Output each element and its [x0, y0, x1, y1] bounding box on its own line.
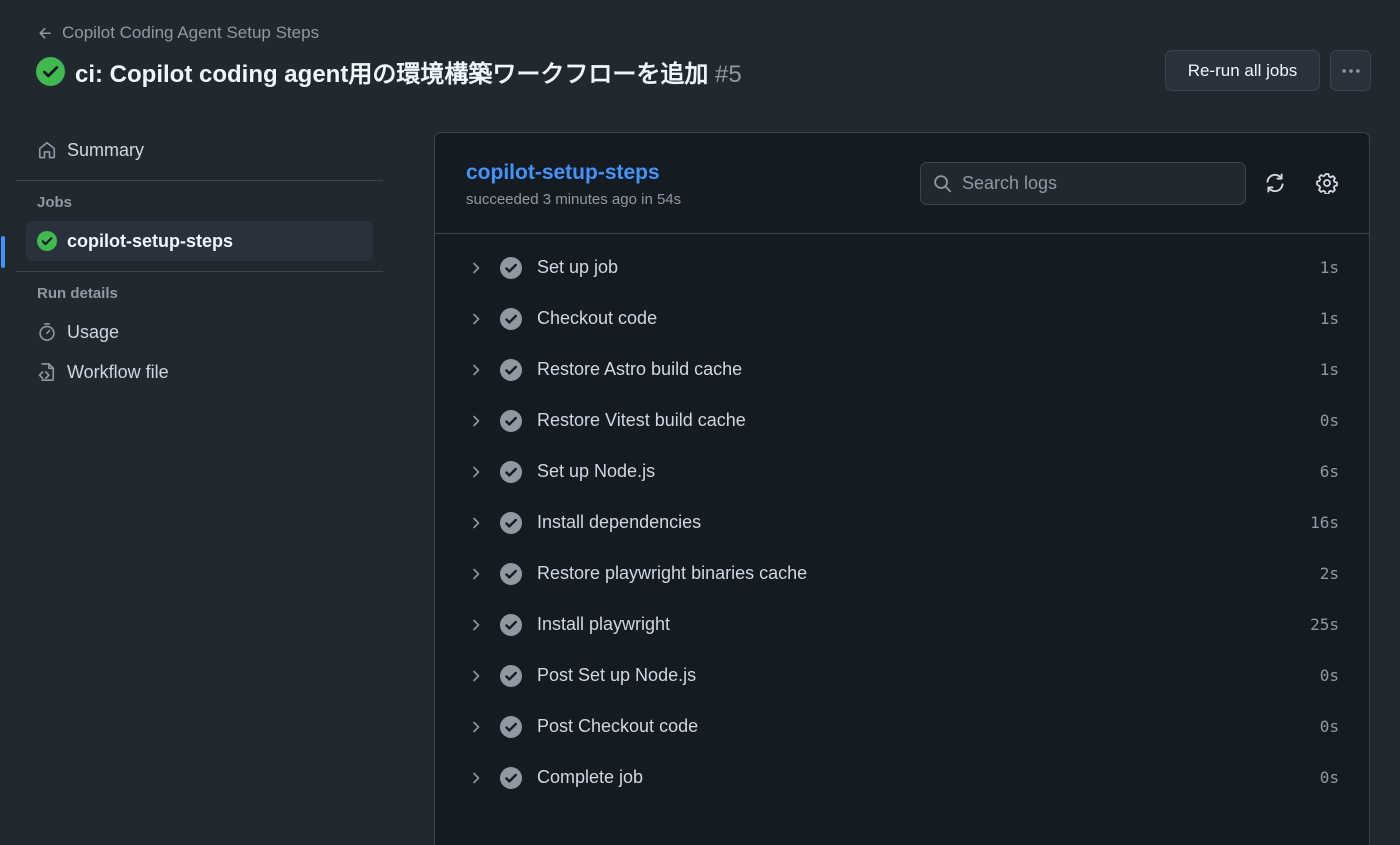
step-name: Install dependencies: [537, 512, 702, 532]
run-number: #5: [715, 60, 742, 88]
refresh-logs-button[interactable]: [1261, 169, 1289, 197]
active-job-indicator: [1, 236, 5, 268]
step-duration: 0s: [1319, 411, 1339, 430]
page-title-text: ci: Copilot coding agent用の環境構築ワークフローを追加: [75, 60, 709, 88]
chevron-right-icon: [473, 670, 480, 681]
sidebar-item-usage[interactable]: Usage: [16, 312, 383, 352]
chevron-right-icon: [473, 721, 480, 732]
log-settings-button[interactable]: [1313, 169, 1341, 197]
step-name: Restore Astro build cache: [537, 359, 743, 379]
jobs-heading: Jobs: [37, 193, 73, 211]
step-name: Post Set up Node.js: [537, 665, 697, 685]
job-status-text: succeeded 3 minutes ago in 54s: [466, 191, 682, 208]
step-duration: 16s: [1310, 513, 1339, 532]
kebab-horizontal-icon: [1341, 68, 1360, 73]
step-row[interactable]: Install playwright 25s: [435, 599, 1369, 650]
step-name: Checkout code: [537, 308, 658, 328]
arrow-left-icon: [39, 27, 51, 39]
rerun-all-jobs-button[interactable]: Re-run all jobs: [1165, 50, 1320, 91]
chevron-right-icon: [473, 619, 480, 630]
gear-icon: [1316, 173, 1338, 194]
file-code-icon: [38, 363, 55, 381]
page-title: ci: Copilot coding agent用の環境構築ワークフローを追加 …: [75, 54, 742, 89]
step-name: Complete job: [537, 767, 644, 787]
check-circle-fill-icon: [500, 511, 522, 534]
step-row[interactable]: Restore playwright binaries cache 2s: [435, 548, 1369, 599]
step-name: Restore playwright binaries cache: [537, 563, 808, 583]
check-circle-fill-icon: [37, 231, 57, 251]
step-row[interactable]: Restore Vitest build cache 0s: [435, 395, 1369, 446]
chevron-right-icon: [473, 517, 480, 528]
check-circle-fill-icon: [500, 460, 522, 483]
workflow-run-page: Copilot Coding Agent Setup Steps ci: Cop…: [0, 0, 1400, 845]
step-duration: 2s: [1319, 564, 1339, 583]
step-row[interactable]: Post Checkout code 0s: [435, 701, 1369, 752]
sidebar-job-copilot-setup-steps[interactable]: copilot-setup-steps: [26, 221, 373, 261]
divider: [16, 271, 383, 272]
chevron-right-icon: [473, 568, 480, 579]
step-duration: 6s: [1319, 462, 1339, 481]
step-duration: 0s: [1319, 666, 1339, 685]
run-details-heading: Run details: [37, 284, 118, 302]
sidebar-item-label: Usage: [67, 321, 120, 342]
check-circle-fill-icon: [500, 664, 522, 687]
check-circle-fill-icon: [500, 766, 522, 789]
check-circle-fill-icon: [500, 613, 522, 636]
step-name: Restore Vitest build cache: [537, 410, 746, 430]
sidebar-item-workflow-file[interactable]: Workflow file: [16, 352, 383, 392]
step-row[interactable]: Install dependencies 16s: [435, 497, 1369, 548]
chevron-right-icon: [473, 772, 480, 783]
chevron-right-icon: [473, 262, 480, 273]
chevron-right-icon: [473, 466, 480, 477]
step-duration: 1s: [1319, 258, 1339, 277]
step-row[interactable]: Complete job 0s: [435, 752, 1369, 803]
back-link-label: Copilot Coding Agent Setup Steps: [62, 23, 320, 42]
search-logs-box[interactable]: [920, 162, 1246, 205]
step-name: Set up Node.js: [537, 461, 656, 481]
step-name: Set up job: [537, 257, 619, 277]
job-log-header: copilot-setup-steps succeeded 3 minutes …: [435, 133, 1369, 234]
check-circle-fill-icon: [500, 256, 522, 279]
check-circle-fill-icon: [500, 358, 522, 381]
stopwatch-icon: [39, 323, 55, 341]
sidebar-item-label: Workflow file: [67, 361, 169, 382]
step-row[interactable]: Restore Astro build cache 1s: [435, 344, 1369, 395]
job-log-panel: copilot-setup-steps succeeded 3 minutes …: [434, 132, 1370, 845]
sidebar-item-label: Summary: [67, 139, 145, 160]
back-link[interactable]: Copilot Coding Agent Setup Steps: [37, 22, 319, 44]
sidebar-job-label: copilot-setup-steps: [67, 230, 234, 251]
step-row[interactable]: Set up Node.js 6s: [435, 446, 1369, 497]
search-logs-input[interactable]: [962, 173, 1222, 194]
check-circle-fill-icon: [500, 562, 522, 585]
more-options-button[interactable]: [1330, 50, 1371, 91]
run-title-row: ci: Copilot coding agent用の環境構築ワークフローを追加 …: [36, 54, 742, 89]
step-row[interactable]: Checkout code 1s: [435, 293, 1369, 344]
step-duration: 25s: [1310, 615, 1339, 634]
check-circle-fill-icon: [500, 715, 522, 738]
check-circle-fill-icon: [500, 307, 522, 330]
step-duration: 1s: [1319, 360, 1339, 379]
home-icon: [38, 141, 56, 159]
sync-icon: [1266, 173, 1284, 193]
check-circle-fill-icon: [500, 409, 522, 432]
search-icon: [934, 175, 952, 193]
step-duration: 0s: [1319, 768, 1339, 787]
step-row[interactable]: Set up job 1s: [435, 242, 1369, 293]
step-duration: 1s: [1319, 309, 1339, 328]
sidebar: Summary Jobs copilot-setup-steps Run det…: [16, 130, 383, 392]
step-row[interactable]: Post Set up Node.js 0s: [435, 650, 1369, 701]
check-circle-fill-icon: [36, 56, 65, 86]
job-title-link[interactable]: copilot-setup-steps: [466, 161, 660, 185]
step-name: Install playwright: [537, 614, 671, 634]
divider: [16, 180, 383, 181]
job-steps-list: Set up job 1s Checkout code 1s Restore Astro…: [435, 234, 1369, 803]
chevron-right-icon: [473, 415, 480, 426]
step-name: Post Checkout code: [537, 716, 699, 736]
chevron-right-icon: [473, 364, 480, 375]
step-duration: 0s: [1319, 717, 1339, 736]
chevron-right-icon: [473, 313, 480, 324]
sidebar-item-summary[interactable]: Summary: [16, 130, 383, 170]
